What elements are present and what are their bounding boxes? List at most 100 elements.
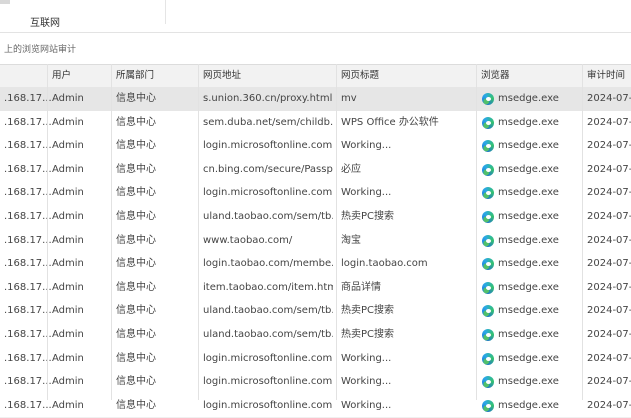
cell-time: 2024-07-2: [587, 234, 631, 246]
table-row[interactable]: .168.17... Admin 信息中心 uland.taobao.com/sem/…: [0, 205, 631, 230]
cell-time: 2024-07-2: [587, 399, 631, 411]
cell-ip: .168.17...: [4, 399, 52, 411]
cell-dept: 信息中心: [116, 399, 156, 411]
column-divider[interactable]: [582, 64, 583, 400]
cell-title: Working...: [341, 140, 392, 152]
cell-user: Admin: [52, 187, 84, 199]
table-row[interactable]: .168.17... Admin 信息中心 s.union.360.cn/proxy.…: [0, 87, 631, 112]
edge-browser-icon: [482, 258, 494, 271]
edge-browser-icon: [482, 305, 494, 318]
table-row[interactable]: .168.17... Admin 信息中心 login.microsoftonline…: [0, 181, 631, 206]
edge-browser-icon: [482, 376, 494, 389]
cell-dept: 信息中心: [116, 281, 156, 293]
cell-ip: .168.17...: [4, 93, 52, 104]
edge-browser-icon: [482, 140, 494, 153]
column-divider[interactable]: [476, 64, 477, 400]
cell-url: sem.duba.net/sem/childb...: [203, 116, 333, 128]
cell-dept: 信息中心: [116, 329, 156, 340]
table-row[interactable]: .168.17... Admin 信息中心 uland.taobao.com/sem/…: [0, 299, 631, 324]
section-subtitle: 上的浏览网站审计: [4, 45, 77, 55]
cell-title: 必应: [341, 163, 361, 175]
column-divider[interactable]: [198, 64, 199, 400]
table-row[interactable]: .168.17... Admin 信息中心 login.microsoftonline…: [0, 346, 631, 372]
cell-url: login.microsoftonline.com...: [203, 140, 333, 152]
toolbar-fragment: [0, 0, 10, 4]
toolbar-divider: [165, 0, 166, 24]
tab-internet[interactable]: 互联网: [30, 14, 60, 29]
cell-ip: .168.17...: [4, 187, 52, 199]
cell-user: Admin: [52, 93, 84, 104]
column-divider[interactable]: [336, 64, 337, 400]
cell-ip: .168.17...: [4, 163, 52, 175]
cell-ip: .168.17...: [4, 305, 52, 317]
cell-browser: msedge.exe: [498, 163, 559, 175]
col-title-header[interactable]: 网页标题: [341, 65, 379, 87]
cell-user: Admin: [52, 258, 84, 270]
cell-user: Admin: [52, 234, 84, 246]
cell-ip: .168.17...: [4, 352, 52, 364]
cell-user: Admin: [52, 352, 84, 364]
cell-dept: 信息中心: [116, 163, 156, 175]
cell-dept: 信息中心: [116, 305, 156, 317]
cell-ip: .168.17...: [4, 329, 52, 340]
column-divider[interactable]: [47, 64, 48, 400]
cell-browser: msedge.exe: [498, 140, 559, 152]
cell-browser: msedge.exe: [498, 258, 559, 270]
cell-time: 2024-07-2: [587, 329, 631, 340]
col-dept-header[interactable]: 所属部门: [116, 65, 154, 87]
cell-title: WPS Office 办公软件: [341, 116, 439, 128]
edge-browser-icon: [482, 211, 494, 223]
cell-url: item.taobao.com/item.htm...: [203, 281, 333, 293]
cell-time: 2024-07-2: [587, 163, 631, 175]
column-divider[interactable]: [111, 64, 112, 400]
table-row[interactable]: .168.17... Admin 信息中心 cn.bing.com/secure/Pa…: [0, 157, 631, 183]
cell-browser: msedge.exe: [498, 281, 559, 293]
table-row[interactable]: .168.17... Admin 信息中心 sem.duba.net/sem/chil…: [0, 110, 631, 136]
top-toolbar: 互联网: [0, 0, 631, 33]
cell-browser: msedge.exe: [498, 187, 559, 199]
cell-title: login.taobao.com: [341, 258, 428, 270]
cell-time: 2024-07-2: [587, 305, 631, 317]
edge-browser-icon: [482, 281, 494, 294]
table-row[interactable]: .168.17... Admin 信息中心 item.taobao.com/item.…: [0, 275, 631, 301]
cell-dept: 信息中心: [116, 352, 156, 364]
col-time-header[interactable]: 审计时间: [587, 65, 625, 87]
cell-time: 2024-07-2: [587, 187, 631, 199]
cell-title: 热卖PC搜索: [341, 305, 395, 317]
edge-browser-icon: [482, 116, 494, 129]
cell-user: Admin: [52, 140, 84, 152]
cell-url: cn.bing.com/secure/Passp...: [203, 163, 333, 175]
table-row[interactable]: .168.17... Admin 信息中心 login.microsoftonline…: [0, 370, 631, 395]
cell-ip: .168.17...: [4, 211, 52, 222]
table-row[interactable]: .168.17... Admin 信息中心 uland.taobao.com/sem/…: [0, 323, 631, 348]
cell-ip: .168.17...: [4, 258, 52, 270]
cell-user: Admin: [52, 376, 84, 388]
cell-title: Working...: [341, 352, 392, 364]
cell-browser: msedge.exe: [498, 93, 559, 104]
cell-title: 热卖PC搜索: [341, 329, 395, 340]
col-url-header[interactable]: 网页地址: [203, 65, 241, 87]
cell-browser: msedge.exe: [498, 305, 559, 317]
cell-title: 淘宝: [341, 234, 361, 246]
table-row[interactable]: .168.17... Admin 信息中心 login.microsoftonline…: [0, 134, 631, 159]
col-user-header[interactable]: 用户: [52, 65, 71, 87]
table-row[interactable]: .168.17... Admin 信息中心 www.taobao.com/淘宝 msed…: [0, 228, 631, 254]
cell-title: Working...: [341, 399, 392, 411]
cell-browser: msedge.exe: [498, 352, 559, 364]
cell-title: mv: [341, 93, 357, 104]
cell-time: 2024-07-2: [587, 116, 631, 128]
cell-time: 2024-07-2: [587, 281, 631, 293]
edge-browser-icon: [482, 163, 494, 176]
table-row[interactable]: .168.17... Admin 信息中心 login.taobao.com/memb…: [0, 252, 631, 277]
cell-user: Admin: [52, 116, 84, 128]
cell-time: 2024-07-2: [587, 93, 631, 104]
table-row[interactable]: .168.17... Admin 信息中心 login.microsoftonline…: [0, 393, 631, 418]
cell-browser: msedge.exe: [498, 399, 559, 411]
col-browser-header[interactable]: 浏览器: [481, 65, 510, 87]
cell-url: login.microsoftonline.com...: [203, 376, 333, 388]
cell-browser: msedge.exe: [498, 234, 559, 246]
cell-title: 热卖PC搜索: [341, 211, 395, 222]
cell-user: Admin: [52, 281, 84, 293]
edge-browser-icon: [482, 352, 494, 365]
cell-dept: 信息中心: [116, 140, 156, 152]
